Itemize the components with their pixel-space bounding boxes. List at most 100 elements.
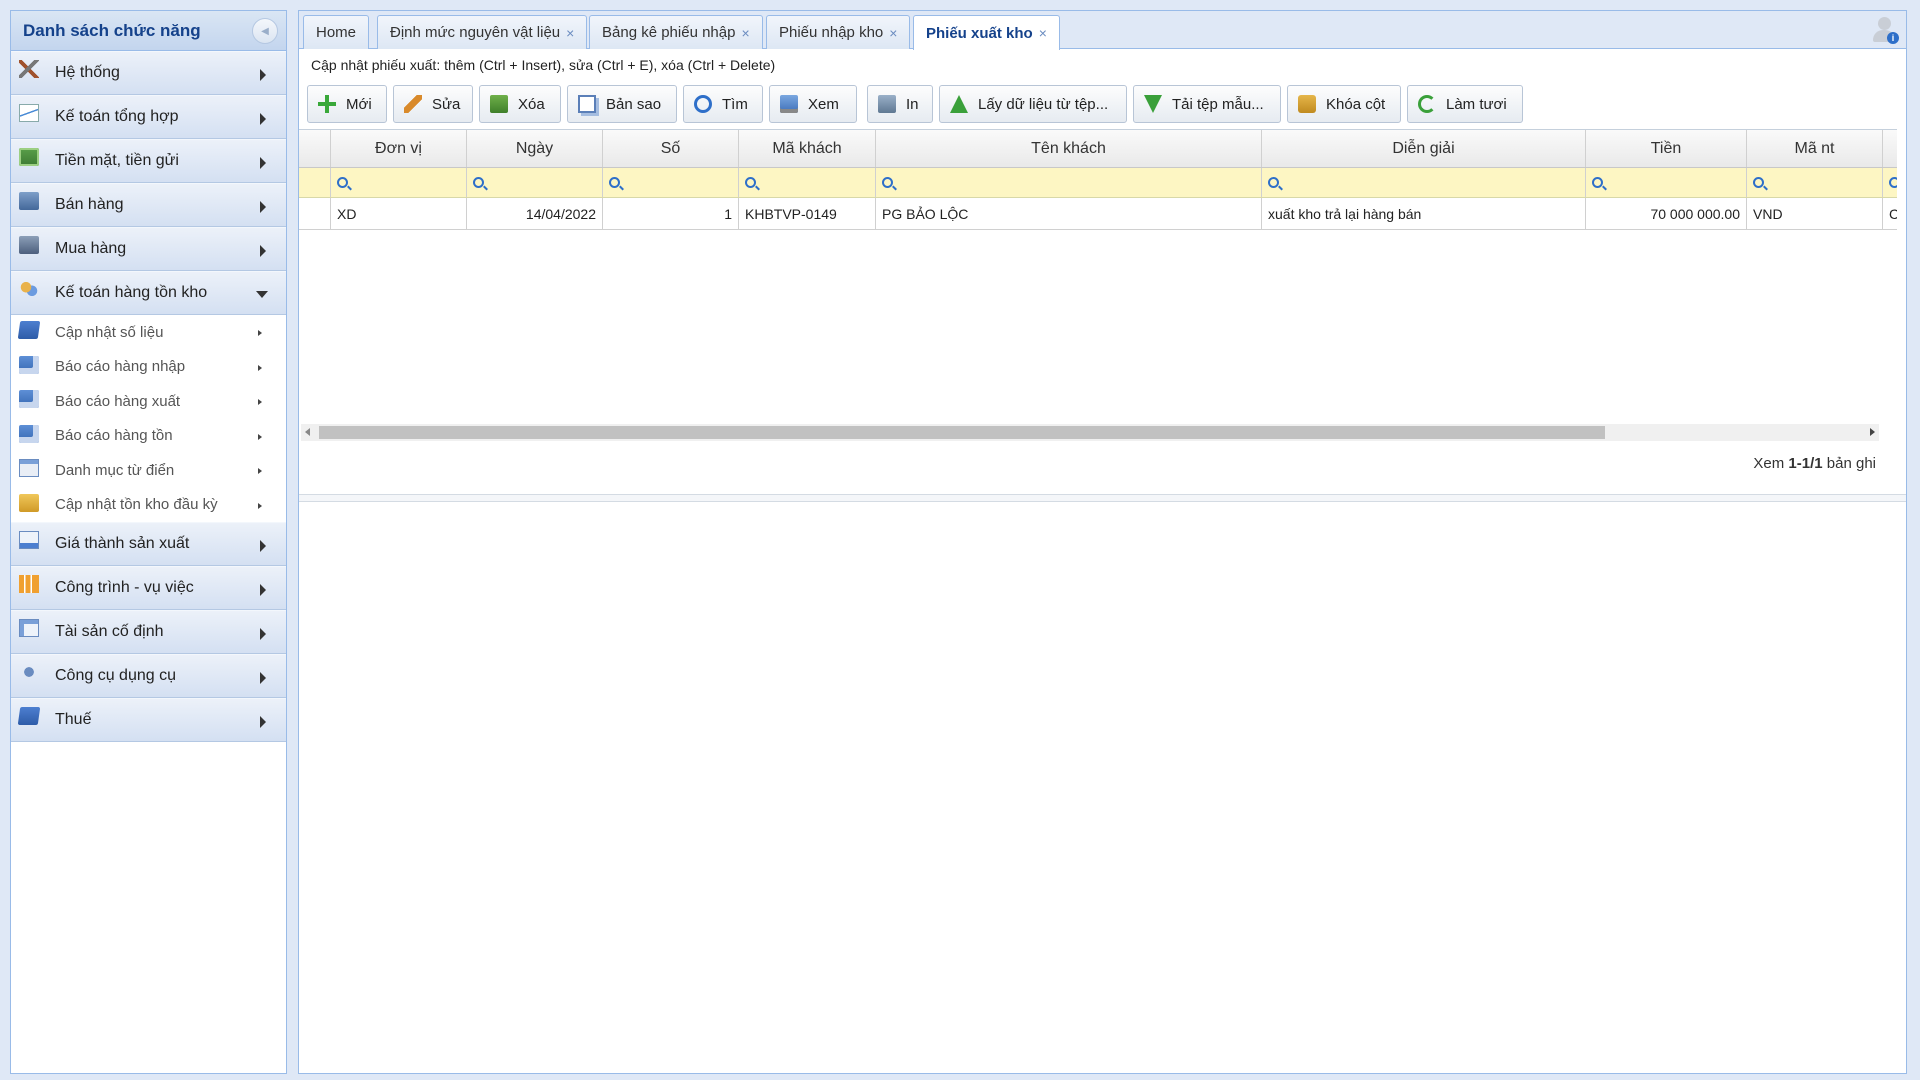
tax-icon: [17, 707, 41, 725]
submenu-item-label: Báo cáo hàng nhập: [55, 358, 186, 376]
column-header[interactable]: Số: [603, 130, 739, 167]
search-icon: [1592, 177, 1603, 188]
menu-item-cong-trinh[interactable]: Công trình - vụ việc: [11, 566, 286, 610]
tab-bang-ke-phieu-nhap[interactable]: Bảng kê phiếu nhập ×: [589, 15, 763, 49]
new-button[interactable]: Mới: [307, 85, 387, 123]
collapse-left-icon[interactable]: ◀: [252, 18, 278, 44]
money-icon: [19, 148, 39, 166]
row-selector[interactable]: [299, 198, 331, 229]
view-button[interactable]: Xem: [769, 85, 857, 123]
menu-item-thue[interactable]: Thuế: [11, 698, 286, 742]
chevron-right-icon: [260, 584, 266, 596]
button-label: Xem: [808, 95, 839, 113]
column-header[interactable]: [1883, 130, 1897, 167]
cell-ma-nt: VND: [1747, 198, 1883, 229]
asset-icon: [19, 619, 39, 637]
cell-tien: 70 000 000.00: [1586, 198, 1747, 229]
column-filter[interactable]: [603, 168, 739, 197]
submenu-item-danh-muc-tu-dien[interactable]: Danh mục từ điển: [11, 453, 286, 488]
delete-button[interactable]: Xóa: [479, 85, 561, 123]
menu-item-label: Hệ thống: [55, 64, 120, 81]
panel-splitter[interactable]: [299, 494, 1906, 502]
cell-don-vi: XD: [331, 198, 467, 229]
print-button[interactable]: In: [867, 85, 933, 123]
column-header[interactable]: Tên khách: [876, 130, 1262, 167]
menu-item-mua-hang[interactable]: Mua hàng: [11, 227, 286, 271]
tab-home[interactable]: Home: [303, 15, 370, 49]
submenu-item-bao-cao-hang-ton[interactable]: Báo cáo hàng tồn: [11, 418, 286, 453]
table-row[interactable]: XD 14/04/2022 1 KHBTVP-0149 PG BẢO LỘC x…: [299, 198, 1897, 230]
close-icon[interactable]: ×: [741, 25, 749, 41]
column-header[interactable]: Ngày: [467, 130, 603, 167]
tab-dinh-muc[interactable]: Định mức nguyên vật liệu ×: [377, 15, 588, 49]
printer-icon: [878, 95, 896, 113]
edit-button[interactable]: Sửa: [393, 85, 473, 123]
search-icon: [882, 177, 893, 188]
horizontal-scrollbar[interactable]: [301, 424, 1879, 441]
tab-label: Bảng kê phiếu nhập: [602, 24, 736, 41]
column-filter[interactable]: [876, 168, 1262, 197]
download-template-button[interactable]: Tải tệp mẫu...: [1133, 85, 1281, 123]
menu-item-cong-cu[interactable]: Công cụ dụng cụ: [11, 654, 286, 698]
scroll-right-icon[interactable]: [1870, 428, 1875, 436]
column-header[interactable]: Đơn vị: [331, 130, 467, 167]
lock-column-button[interactable]: Khóa cột: [1287, 85, 1401, 123]
submenu-item-bao-cao-hang-xuat[interactable]: Báo cáo hàng xuất: [11, 384, 286, 419]
tab-bar: Home Định mức nguyên vật liệu × Bảng kê …: [299, 11, 1906, 50]
column-filter[interactable]: [1883, 168, 1897, 197]
arrow-up-icon: [950, 95, 968, 113]
column-header[interactable]: Mã khách: [739, 130, 876, 167]
monitor-icon: [780, 95, 798, 113]
chevron-right-icon: [258, 330, 262, 336]
menu-item-tai-san[interactable]: Tài sản cố định: [11, 610, 286, 654]
column-filter[interactable]: [1747, 168, 1883, 197]
close-icon[interactable]: ×: [1039, 25, 1047, 41]
copy-button[interactable]: Bản sao: [567, 85, 677, 123]
scroll-left-icon[interactable]: [305, 428, 310, 436]
cell-ten-khach: PG BẢO LỘC: [876, 198, 1262, 229]
menu-item-hang-ton-kho[interactable]: Kế toán hàng tồn kho: [11, 271, 286, 315]
search-icon: [1889, 177, 1897, 188]
import-file-button[interactable]: Lấy dữ liệu từ tệp...: [939, 85, 1127, 123]
column-filter[interactable]: [739, 168, 876, 197]
user-info-icon[interactable]: i: [1870, 15, 1900, 45]
tab-phieu-xuat-kho[interactable]: Phiếu xuất kho ×: [913, 15, 1060, 50]
chevron-right-icon: [260, 245, 266, 257]
report-icon: [19, 390, 39, 408]
menu-item-ke-toan-tong-hop[interactable]: Kế toán tổng hợp: [11, 95, 286, 139]
column-filter[interactable]: [1586, 168, 1747, 197]
close-icon[interactable]: ×: [889, 25, 897, 41]
column-filter[interactable]: [467, 168, 603, 197]
button-label: In: [906, 95, 919, 113]
menu-item-label: Kế toán tổng hợp: [55, 108, 179, 125]
find-button[interactable]: Tìm: [683, 85, 763, 123]
submenu-item-bao-cao-hang-nhap[interactable]: Báo cáo hàng nhập: [11, 349, 286, 384]
submenu-item-cap-nhat-so-lieu[interactable]: Cập nhật số liệu: [11, 315, 286, 350]
submenu-item-label: Cập nhật số liệu: [55, 323, 164, 341]
search-icon: [473, 177, 484, 188]
column-header[interactable]: Diễn giải: [1262, 130, 1586, 167]
menu-item-gia-thanh[interactable]: Giá thành sản xuất: [11, 522, 286, 566]
menu-item-ban-hang[interactable]: Bán hàng: [11, 183, 286, 227]
chevron-right-icon: [258, 364, 262, 371]
tool-icon: [19, 663, 39, 681]
close-icon[interactable]: ×: [566, 25, 574, 41]
dictionary-icon: [19, 459, 39, 477]
scrollbar-thumb[interactable]: [319, 426, 1605, 439]
column-header[interactable]: Mã nt: [1747, 130, 1883, 167]
refresh-button[interactable]: Làm tươi: [1407, 85, 1523, 123]
submenu-item-ton-kho-dau-ky[interactable]: Cập nhật tồn kho đầu kỳ: [11, 487, 286, 522]
sales-icon: [19, 192, 39, 210]
column-filter[interactable]: [331, 168, 467, 197]
column-header[interactable]: Tiền: [1586, 130, 1747, 167]
column-filter[interactable]: [1262, 168, 1586, 197]
search-icon: [609, 177, 620, 188]
menu-item-label: Giá thành sản xuất: [55, 535, 190, 552]
button-label: Sửa: [432, 95, 461, 113]
menu-item-tien-mat[interactable]: Tiền mặt, tiền gửi: [11, 139, 286, 183]
report-icon: [19, 424, 39, 443]
sidebar-title: Danh sách chức năng: [23, 20, 201, 40]
menu-item-he-thong[interactable]: Hệ thống: [11, 51, 286, 95]
tab-phieu-nhap-kho[interactable]: Phiếu nhập kho ×: [766, 15, 911, 49]
menu-item-label: Tiền mặt, tiền gửi: [55, 152, 179, 169]
